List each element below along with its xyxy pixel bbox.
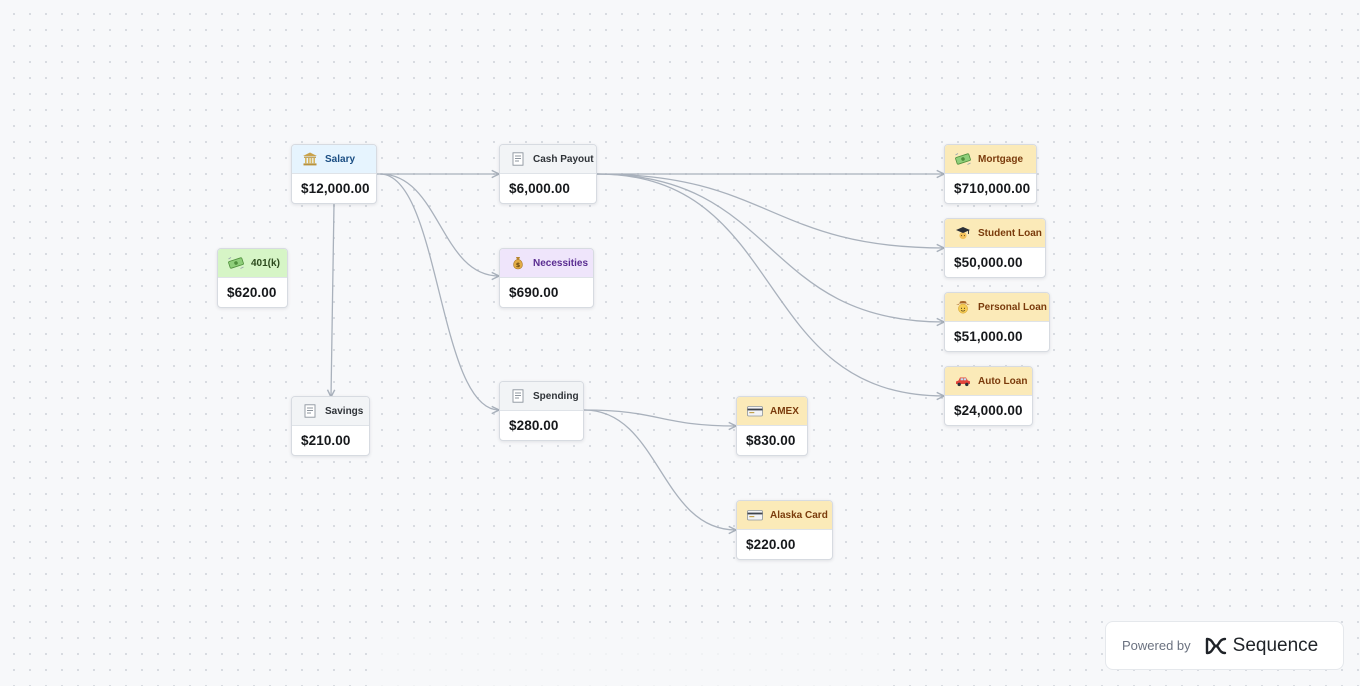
node-salary[interactable]: Salary $12,000.00 [291,144,377,204]
edge-spending-alaska-card [583,409,736,530]
node-label: AMEX [770,405,799,417]
edge-cash-payout-auto-loan [596,173,944,396]
node-amount: $12,000.00 [301,181,370,196]
node-header: Savings [292,397,369,426]
sequence-logo-icon [1205,637,1227,655]
edge-cash-payout-personal-loan [596,173,944,322]
node-cash-payout[interactable]: Cash Payout $6,000.00 [499,144,597,204]
node-necessities[interactable]: $ Necessities $690.00 [499,248,594,308]
bank-icon [301,151,319,167]
canvas-fade-strip [375,633,885,686]
flying-money-icon [954,151,972,167]
connection-lines [0,0,1360,686]
node-header: Mortgage [945,145,1036,174]
node-mortgage[interactable]: Mortgage $710,000.00 [944,144,1037,204]
node-label: Savings [325,405,364,417]
node-amount: $830.00 [746,433,796,448]
sequence-brand: Sequence [1232,634,1319,656]
receipt-icon [301,403,319,419]
credit-card-icon [746,403,764,419]
edge-spending-amex [583,409,736,426]
node-header: Cash Payout [500,145,596,174]
node-amount: $50,000.00 [954,255,1023,270]
node-amount: $51,000.00 [954,329,1023,344]
node-header: Alaska Card [737,501,832,530]
node-personal-loan[interactable]: Personal Loan $51,000.00 [944,292,1050,352]
edge-salary-spending [379,173,499,410]
node-spending[interactable]: Spending $280.00 [499,381,584,441]
node-amount: $690.00 [509,285,559,300]
node-header: AMEX [737,397,807,426]
credit-card-icon [746,507,764,523]
node-student-loan[interactable]: Student Loan $50,000.00 [944,218,1046,278]
flying-money-icon [227,255,245,271]
node-header: Student Loan [945,219,1045,248]
node-label: Alaska Card [770,509,828,521]
node-header: Spending [500,382,583,411]
node-label: Salary [325,153,356,165]
node-amount: $210.00 [301,433,351,448]
node-header: Auto Loan [945,367,1032,396]
node-amount: $620.00 [227,285,277,300]
cowboy-face-icon [954,299,972,315]
node-alaska-card[interactable]: Alaska Card $220.00 [736,500,833,560]
node-header: Salary [292,145,376,174]
node-label: Personal Loan [978,301,1047,313]
node-label: 401(k) [251,257,280,269]
node-label: Mortgage [978,153,1023,165]
node-header: Personal Loan [945,293,1049,322]
node-amount: $220.00 [746,537,796,552]
edge-salary-savings [331,203,334,397]
svg-text:$: $ [516,261,521,269]
node-label: Cash Payout [533,153,594,165]
node-header: $ Necessities [500,249,593,278]
receipt-icon [509,151,527,167]
powered-by-text: Powered by [1122,638,1191,653]
node-amount: $6,000.00 [509,181,570,196]
node-amount: $280.00 [509,418,559,433]
node-amount: $24,000.00 [954,403,1023,418]
node-label: Spending [533,390,579,402]
money-bag-icon: $ [509,255,527,271]
car-icon [954,373,972,389]
node-amount: $710,000.00 [954,181,1031,196]
node-auto-loan[interactable]: Auto Loan $24,000.00 [944,366,1033,426]
receipt-icon [509,388,527,404]
edge-cash-payout-student-loan [596,173,944,248]
node-label: Necessities [533,257,589,269]
graduation-cap-icon [954,225,972,241]
node-401k[interactable]: 401(k) $620.00 [217,248,288,308]
node-header: 401(k) [218,249,287,278]
node-label: Student Loan [978,227,1042,239]
node-amex[interactable]: AMEX $830.00 [736,396,808,456]
edge-salary-necessities [379,173,499,276]
node-label: Auto Loan [978,375,1028,387]
node-savings[interactable]: Savings $210.00 [291,396,370,456]
powered-by-badge[interactable]: Powered by Sequence [1105,621,1344,670]
